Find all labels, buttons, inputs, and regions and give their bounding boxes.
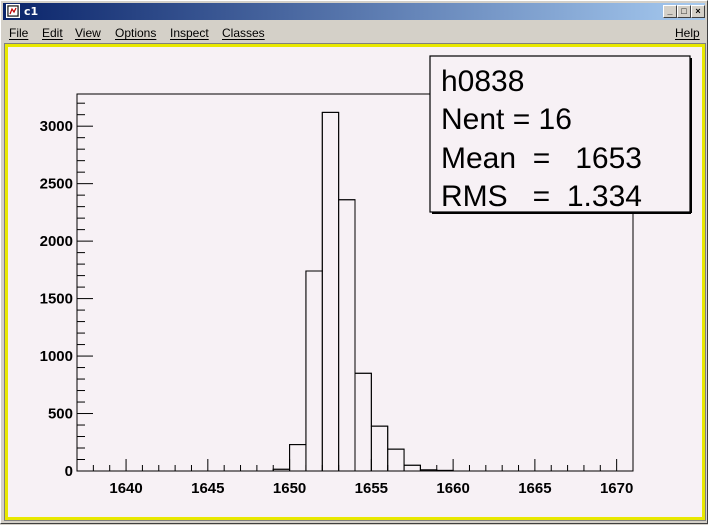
y-tick-label: 2000 — [40, 233, 73, 250]
root-window: c1 _ □ × File Edit View Options Inspect … — [0, 0, 708, 524]
y-tick-label: 0 — [65, 463, 73, 480]
y-tick-label: 1000 — [40, 348, 73, 365]
y-tick-label: 2500 — [40, 176, 73, 193]
y-tick-label: 1500 — [40, 291, 73, 308]
y-tick-label: 500 — [48, 406, 73, 423]
x-tick-label: 1660 — [436, 480, 469, 497]
stats-mean: Mean = 1653 — [441, 142, 642, 175]
x-tick-label: 1670 — [600, 480, 633, 497]
x-tick-label: 1665 — [518, 480, 551, 497]
x-tick-label: 1640 — [109, 480, 142, 497]
histogram-plot: 1640 1645 1650 1655 1660 1665 1670 0 500 1000 1500… — [40, 55, 692, 497]
x-tick-label: 1650 — [273, 480, 306, 497]
x-tick-label: 1645 — [191, 480, 224, 497]
histogram-bin — [436, 469, 454, 472]
stats-box[interactable]: h0838 Nent = 16 Mean = 1653 RMS = 1.334 — [429, 55, 692, 214]
y-tick-label: 3000 — [40, 118, 73, 135]
x-tick-label: 1655 — [355, 480, 388, 497]
stats-rms: RMS = 1.334 — [441, 180, 642, 213]
stats-name: h0838 — [441, 65, 524, 98]
stats-entries: Nent = 16 — [441, 103, 572, 136]
